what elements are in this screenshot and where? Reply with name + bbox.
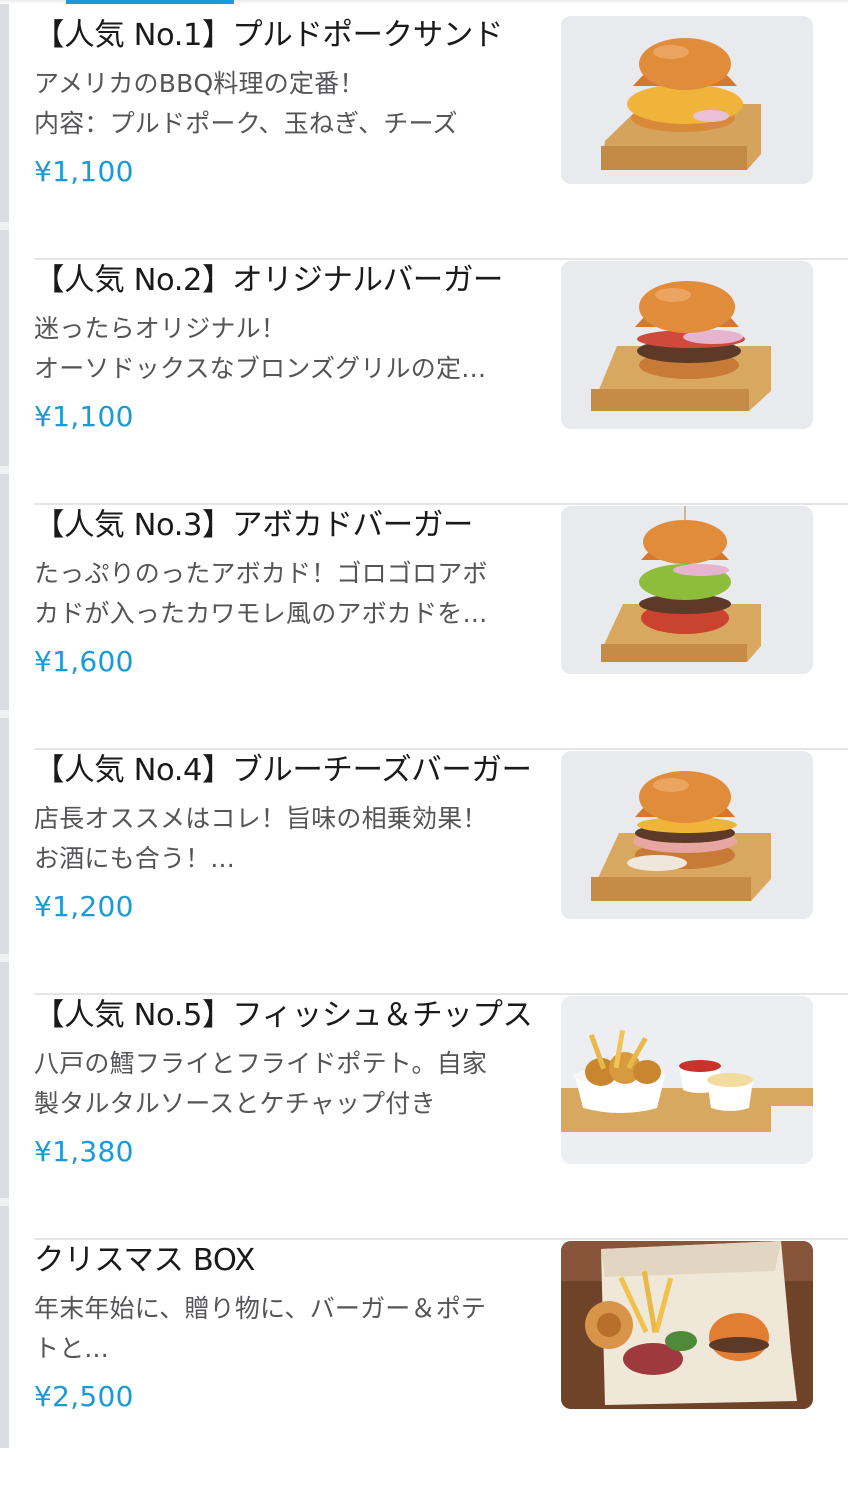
item-title: 【人気 No.3】アボカドバーガー xyxy=(34,508,473,543)
avocado-burger-photo[interactable] xyxy=(561,506,813,674)
item-description: たっぷりのったアボカド！ゴロゴロアボ カドが入ったカワモレ風のアボカドを… xyxy=(34,554,534,634)
item-description-line: 八戸の鱈フライとフライドポテト。自家 xyxy=(34,1049,488,1078)
item-title: 【人気 No.2】オリジナルバーガー xyxy=(34,263,504,298)
item-price: ¥1,100 xyxy=(34,155,134,188)
item-price: ¥1,100 xyxy=(34,400,134,433)
category-rail-segment xyxy=(0,230,9,466)
menu-item-original-burger[interactable]: 【人気 No.2】オリジナルバーガー 迷ったらオリジナル！ オーソドックスなブロ… xyxy=(34,261,848,505)
menu-item-pulled-pork-sandwich[interactable]: 【人気 No.1】プルドポークサンド アメリカのBBQ料理の定番！ 内容：プルド… xyxy=(34,16,848,260)
original-burger-photo[interactable] xyxy=(561,261,813,429)
item-description: 迷ったらオリジナル！ オーソドックスなブロンズグリルの定… xyxy=(34,309,534,389)
blue-cheese-burger-photo[interactable] xyxy=(561,751,813,919)
item-description-line: 内容：プルドポーク、玉ねぎ、チーズ xyxy=(34,109,458,138)
active-tab-indicator xyxy=(66,0,234,4)
item-title: クリスマス BOX xyxy=(34,1243,256,1278)
menu-item-christmas-box[interactable]: クリスマス BOX 年末年始に、贈り物に、バーガー＆ポテ トと... ¥2,50… xyxy=(34,1241,848,1485)
item-divider xyxy=(34,258,848,260)
item-description-line: たっぷりのったアボカド！ゴロゴロアボ xyxy=(34,559,488,588)
item-price: ¥2,500 xyxy=(34,1380,134,1413)
item-description: 店長オススメはコレ！旨味の相乗効果！ お酒にも合う！... xyxy=(34,799,534,879)
pulled-pork-sandwich-photo[interactable] xyxy=(561,16,813,184)
item-title: 【人気 No.5】フィッシュ＆チップス xyxy=(34,998,533,1033)
category-rail-segment xyxy=(0,1206,9,1448)
item-description-line: カドが入ったカワモレ風のアボカドを… xyxy=(34,599,488,628)
item-description-line: お酒にも合う！... xyxy=(34,844,235,873)
item-title: 【人気 No.1】プルドポークサンド xyxy=(34,18,504,53)
item-description-line: 迷ったらオリジナル！ xyxy=(34,314,287,343)
item-description-line: オーソドックスなブロンズグリルの定… xyxy=(34,354,487,383)
menu-item-fish-and-chips[interactable]: 【人気 No.5】フィッシュ＆チップス 八戸の鱈フライとフライドポテト。自家 製… xyxy=(34,996,848,1240)
item-price: ¥1,600 xyxy=(34,645,134,678)
item-description-line: トと... xyxy=(34,1334,109,1363)
item-divider xyxy=(34,748,848,750)
fish-and-chips-photo[interactable] xyxy=(561,996,813,1164)
category-rail-segment xyxy=(0,718,9,954)
item-price: ¥1,200 xyxy=(34,890,134,923)
item-divider xyxy=(34,1238,848,1240)
item-description-line: アメリカのBBQ料理の定番！ xyxy=(34,69,365,98)
item-description: 年末年始に、贈り物に、バーガー＆ポテ トと... xyxy=(34,1289,534,1369)
item-description-line: 店長オススメはコレ！旨味の相乗効果！ xyxy=(34,804,488,833)
item-divider xyxy=(34,993,848,995)
item-description: アメリカのBBQ料理の定番！ 内容：プルドポーク、玉ねぎ、チーズ xyxy=(34,64,534,144)
category-rail-segment xyxy=(0,962,9,1198)
item-title: 【人気 No.4】ブルーチーズバーガー xyxy=(34,753,532,788)
menu-item-avocado-burger[interactable]: 【人気 No.3】アボカドバーガー たっぷりのったアボカド！ゴロゴロアボ カドが… xyxy=(34,506,848,750)
menu-item-blue-cheese-burger[interactable]: 【人気 No.4】ブルーチーズバーガー 店長オススメはコレ！旨味の相乗効果！ お… xyxy=(34,751,848,995)
item-divider xyxy=(34,503,848,505)
item-description: 八戸の鱈フライとフライドポテト。自家 製タルタルソースとケチャップ付き xyxy=(34,1044,534,1124)
category-rail-segment xyxy=(0,474,9,710)
item-price: ¥1,380 xyxy=(34,1135,134,1168)
category-rail-segment xyxy=(0,0,9,222)
item-description-line: 年末年始に、贈り物に、バーガー＆ポテ xyxy=(34,1294,487,1323)
christmas-box-photo[interactable] xyxy=(561,1241,813,1409)
item-description-line: 製タルタルソースとケチャップ付き xyxy=(34,1089,436,1118)
